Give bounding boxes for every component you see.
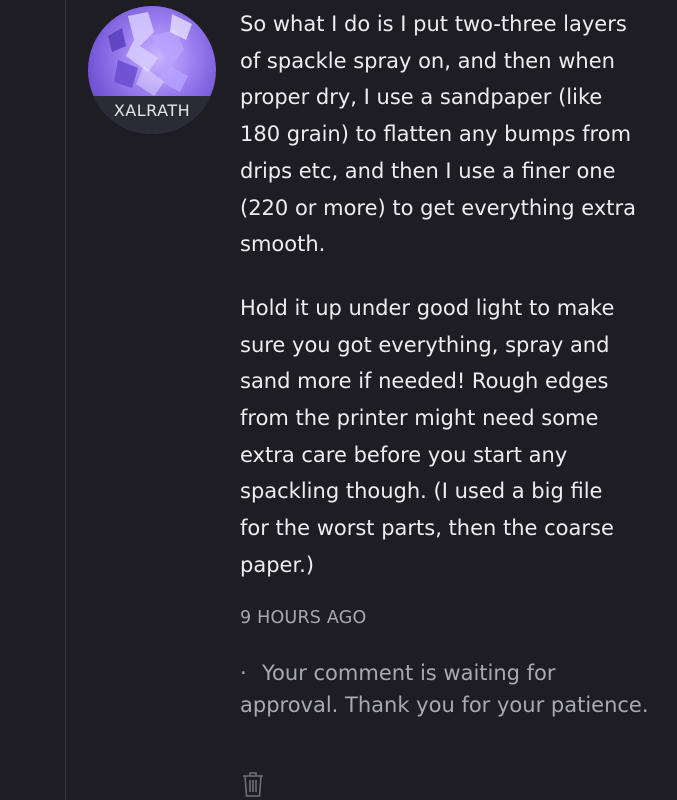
comment-timestamp: 9 HOURS AGO bbox=[240, 608, 367, 628]
avatar[interactable]: XALRATH bbox=[88, 6, 216, 134]
thread-line bbox=[65, 0, 66, 800]
notice-bullet: · bbox=[240, 661, 247, 685]
trash-icon[interactable] bbox=[241, 770, 265, 798]
username[interactable]: XALRATH bbox=[88, 96, 216, 134]
comment-body: So what I do is I put two-three layers o… bbox=[240, 6, 660, 584]
approval-notice: · Your comment is waiting for approval. T… bbox=[240, 658, 660, 721]
notice-text: Your comment is waiting for approval. Th… bbox=[240, 661, 649, 717]
comment-paragraph: Hold it up under good light to make sure… bbox=[240, 295, 615, 577]
comment-paragraph: So what I do is I put two-three layers o… bbox=[240, 12, 637, 257]
